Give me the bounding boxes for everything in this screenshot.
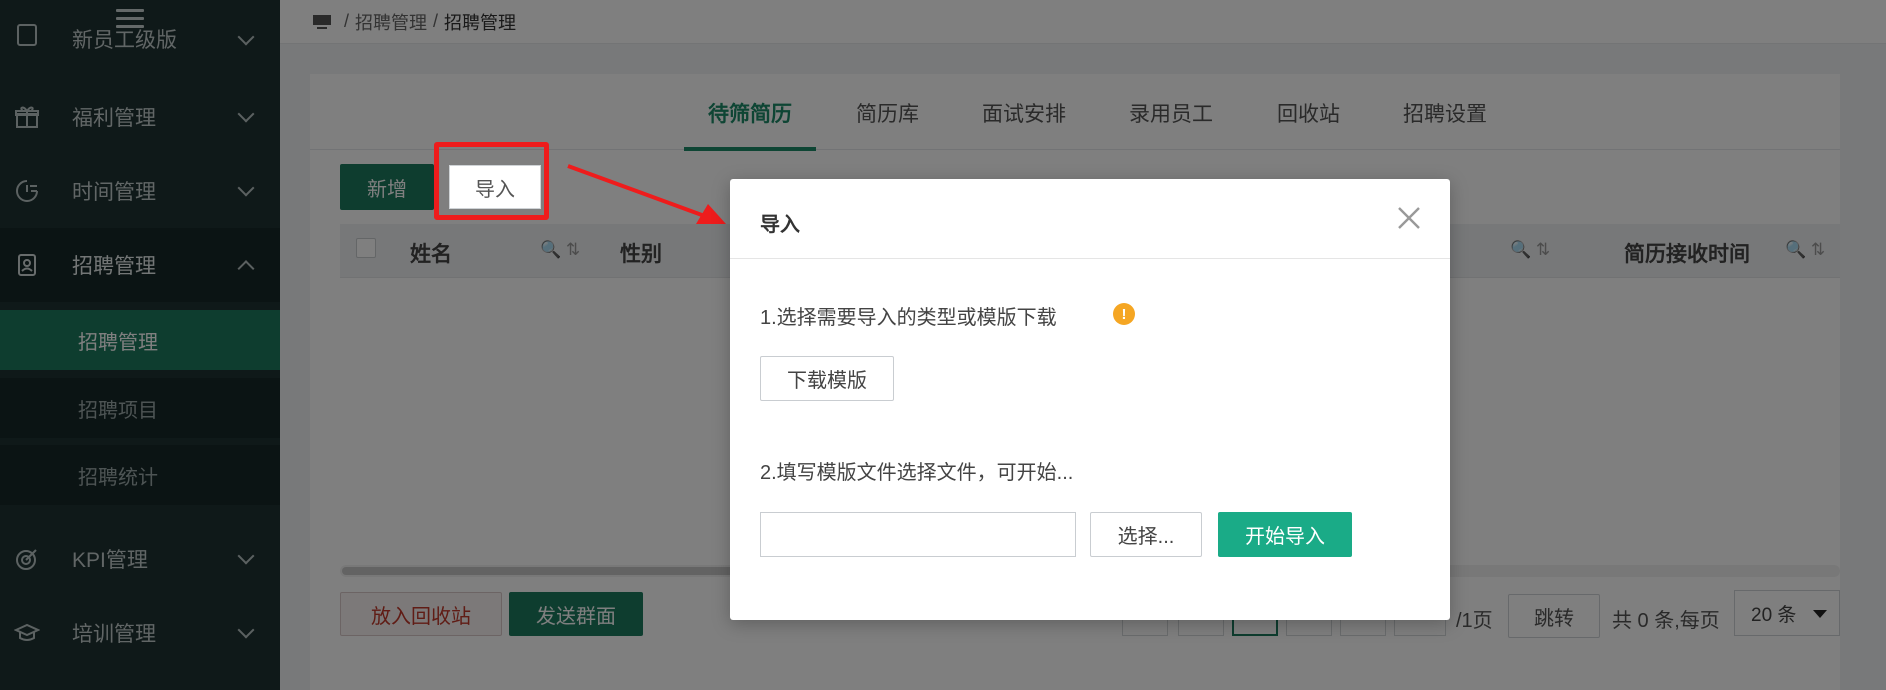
step-1-instruction: 1.选择需要导入的类型或模版下载: [760, 307, 1057, 329]
annotation-arrow-icon: [567, 164, 726, 224]
annotation-highlight-box: [434, 142, 549, 220]
step-2-instruction: 2.填写模版文件选择文件，可开始...: [760, 462, 1074, 484]
dialog-header: 导入: [730, 179, 1450, 259]
warning-icon[interactable]: !: [1113, 303, 1135, 325]
file-path-input[interactable]: [760, 512, 1076, 557]
import-dialog: 导入 1.选择需要导入的类型或模版下载 ! 下载模版 2.填写模版文件选择文件，…: [730, 179, 1450, 620]
close-icon[interactable]: [1396, 205, 1422, 231]
start-import-button[interactable]: 开始导入: [1218, 512, 1352, 557]
download-template-button[interactable]: 下载模版: [760, 356, 894, 401]
choose-file-button[interactable]: 选择...: [1090, 512, 1202, 557]
dialog-title: 导入: [760, 214, 800, 236]
